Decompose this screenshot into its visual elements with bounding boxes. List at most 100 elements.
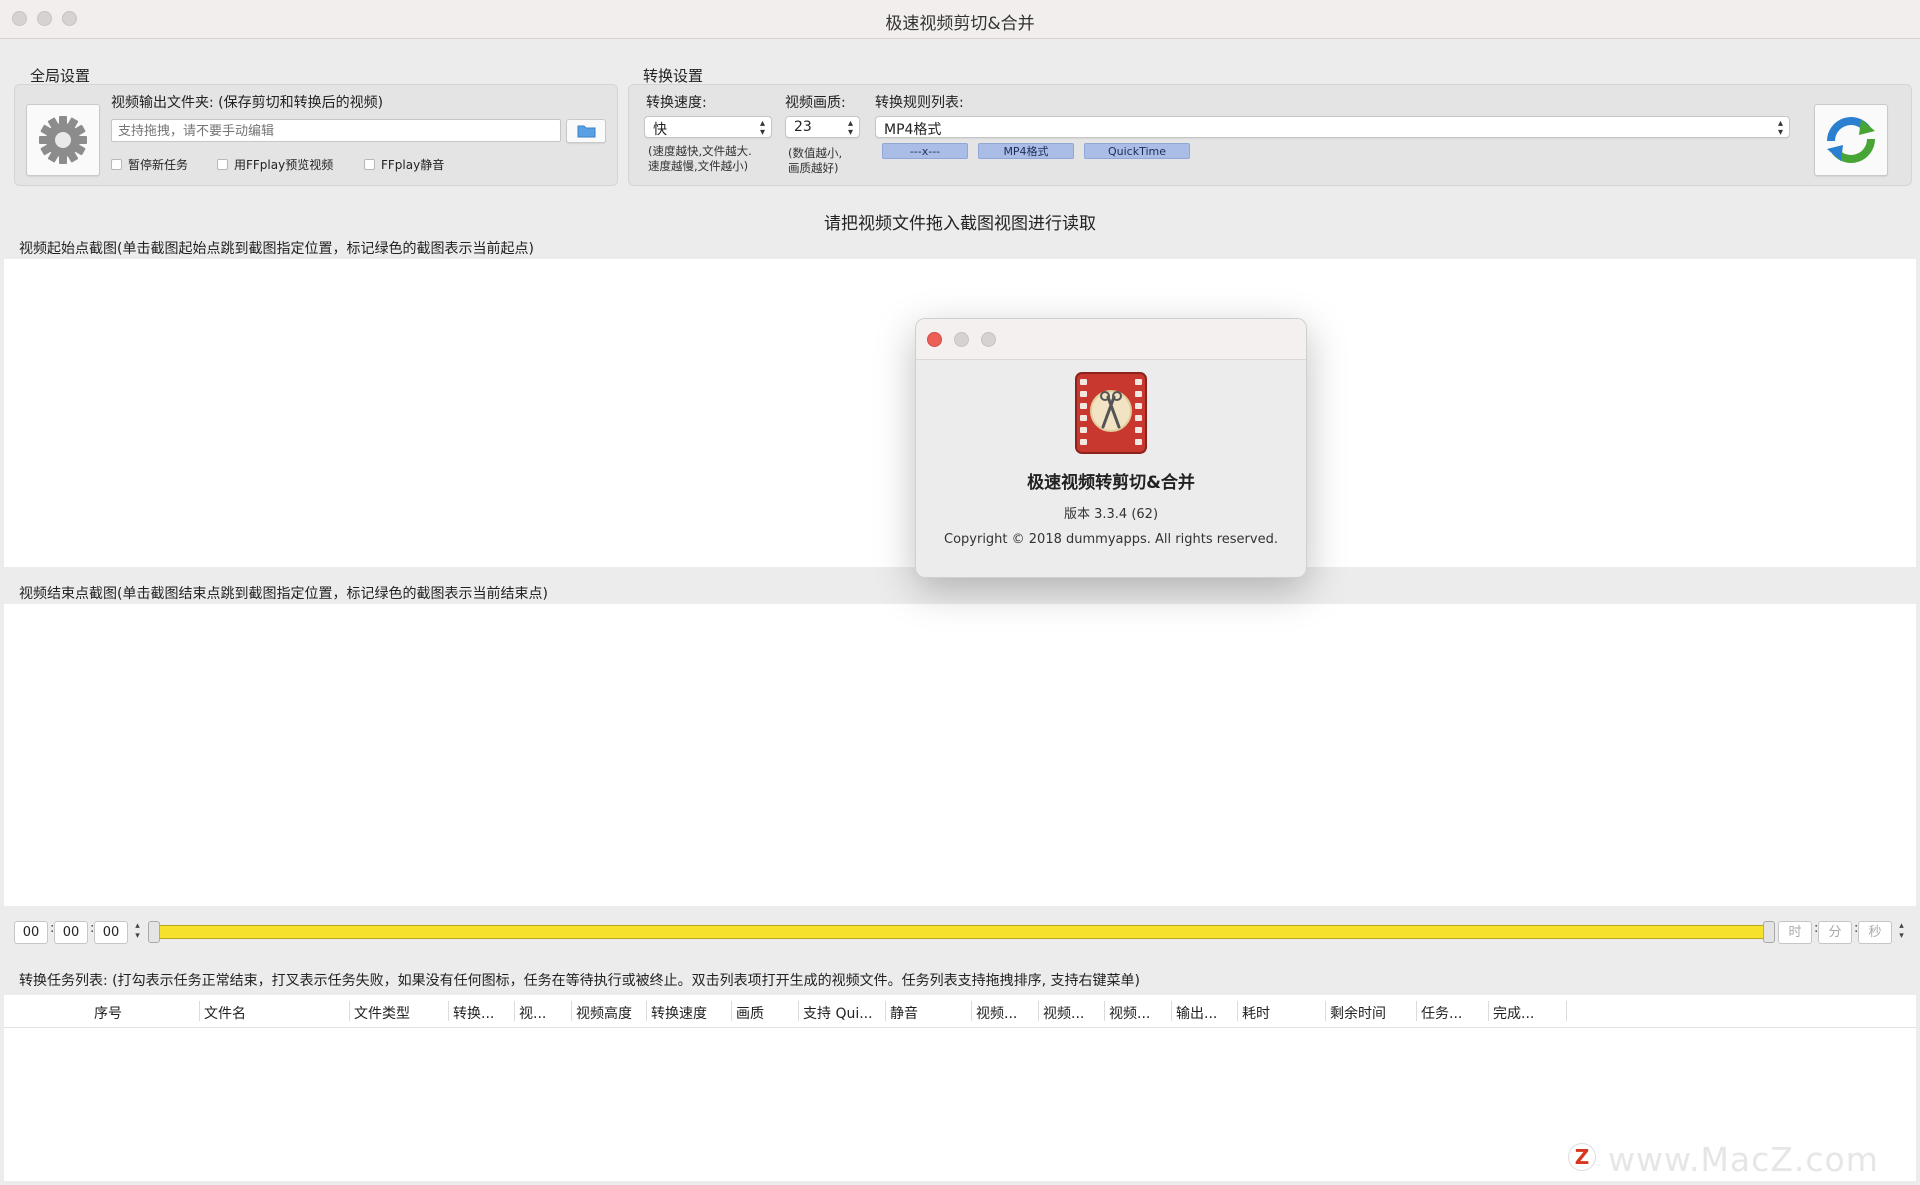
window-title: 极速视频剪切&合并 xyxy=(885,14,1035,34)
quality-label: 视频画质: xyxy=(785,95,846,111)
task-table-header: 序号 文件名 文件类型 转换... 视... 视频高度 转换速度 画质 支持 Q… xyxy=(4,995,1916,1028)
speed-label: 转换速度: xyxy=(646,95,707,111)
column-separator[interactable] xyxy=(1488,1001,1489,1021)
slider-start-handle[interactable] xyxy=(148,921,160,943)
folder-icon xyxy=(577,125,596,138)
rules-label: 转换规则列表: xyxy=(875,95,964,111)
about-dialog: 极速视频转剪切&合并 版本 3.3.4 (62) Copyright © 201… xyxy=(915,318,1307,578)
end-thumbnails-label: 视频结束点截图(单击截图结束点跳到截图指定位置，标记绿色的截图表示当前结束点) xyxy=(19,586,548,602)
rules-select[interactable]: MP4格式 ▴ ▾ xyxy=(875,116,1790,138)
end-second-field[interactable]: 秒 xyxy=(1858,921,1892,944)
column-separator[interactable] xyxy=(571,1001,572,1021)
col-convert[interactable]: 转换... xyxy=(453,1003,494,1023)
start-thumbnails-label: 视频起始点截图(单击截图起始点跳到截图指定位置，标记绿色的截图表示当前起点) xyxy=(19,241,534,257)
time-range-slider[interactable] xyxy=(150,925,1770,939)
start-hour-field[interactable]: 00 xyxy=(14,921,48,944)
column-separator[interactable] xyxy=(1566,1001,1567,1021)
slider-end-handle[interactable] xyxy=(1763,921,1775,943)
column-separator[interactable] xyxy=(885,1001,886,1021)
rule-chip-quicktime[interactable]: QuickTime xyxy=(1084,143,1190,159)
checkbox-label: 暂停新任务 xyxy=(128,158,189,172)
col-convert-speed[interactable]: 转换速度 xyxy=(651,1003,707,1023)
column-separator[interactable] xyxy=(1325,1001,1326,1021)
speed-select[interactable]: 快 ▴ ▾ xyxy=(644,116,772,138)
end-thumbnails-view[interactable] xyxy=(4,604,1916,906)
about-version: 版本 3.3.4 (62) xyxy=(1063,507,1159,522)
column-separator[interactable] xyxy=(1104,1001,1105,1021)
col-quality[interactable]: 画质 xyxy=(736,1003,764,1023)
column-separator[interactable] xyxy=(1171,1001,1172,1021)
select-arrows-icon: ▴ ▾ xyxy=(1777,118,1783,138)
col-video-height[interactable]: 视频高度 xyxy=(576,1003,632,1023)
start-time-stepper[interactable]: ▴ ▾ xyxy=(131,921,144,944)
ffplay-preview-checkbox[interactable]: 用FFplay预览视频 xyxy=(217,156,333,173)
choose-folder-button[interactable] xyxy=(566,119,606,143)
global-settings-title: 全局设置 xyxy=(30,67,91,85)
col-index[interactable]: 序号 xyxy=(94,1003,122,1023)
drop-hint-text: 请把视频文件拖入截图视图进行读取 xyxy=(824,214,1096,234)
col-output[interactable]: 输出... xyxy=(1176,1003,1217,1023)
col-mute[interactable]: 静音 xyxy=(890,1003,918,1023)
column-separator[interactable] xyxy=(798,1001,799,1021)
speed-hint-2: 速度越慢,文件越小) xyxy=(648,159,749,173)
dialog-close-button[interactable] xyxy=(927,332,942,347)
task-list-label: 转换任务列表: (打勾表示任务正常结束，打叉表示任务失败，如果没有任何图标，任务… xyxy=(19,973,1140,989)
col-quicktime[interactable]: 支持 Qui... xyxy=(803,1003,873,1023)
checkbox-box[interactable] xyxy=(111,159,122,170)
refresh-icon xyxy=(1827,117,1875,163)
quality-hint-2: 画质越好) xyxy=(788,161,839,175)
gear-icon xyxy=(39,116,87,164)
col-elapsed[interactable]: 耗时 xyxy=(1242,1003,1270,1023)
column-separator[interactable] xyxy=(349,1001,350,1021)
column-separator[interactable] xyxy=(1237,1001,1238,1021)
column-separator[interactable] xyxy=(1416,1001,1417,1021)
output-folder-input[interactable] xyxy=(111,119,561,142)
dialog-zoom-button[interactable] xyxy=(981,332,996,347)
rule-chip-mp4[interactable]: MP4格式 xyxy=(978,143,1074,159)
output-folder-label: 视频输出文件夹: (保存剪切和转换后的视频) xyxy=(111,95,384,111)
watermark-logo: Z xyxy=(1568,1143,1596,1171)
column-separator[interactable] xyxy=(1038,1001,1039,1021)
column-separator[interactable] xyxy=(514,1001,515,1021)
end-hour-field[interactable]: 时 xyxy=(1778,921,1812,944)
convert-start-button[interactable] xyxy=(1814,104,1888,176)
col-video-1[interactable]: 视... xyxy=(519,1003,546,1023)
select-arrows-icon: ▴ ▾ xyxy=(847,118,853,138)
column-separator[interactable] xyxy=(731,1001,732,1021)
column-separator[interactable] xyxy=(971,1001,972,1021)
col-filename[interactable]: 文件名 xyxy=(204,1003,246,1023)
col-video-3[interactable]: 视频... xyxy=(1043,1003,1084,1023)
end-minute-field[interactable]: 分 xyxy=(1818,921,1852,944)
rules-value: MP4格式 xyxy=(884,122,942,138)
checkbox-box[interactable] xyxy=(364,159,375,170)
pause-new-tasks-checkbox[interactable]: 暂停新任务 xyxy=(111,156,188,173)
column-separator[interactable] xyxy=(199,1001,200,1021)
speed-hint-1: (速度越快,文件越大. xyxy=(648,144,752,158)
checkbox-label: 用FFplay预览视频 xyxy=(234,158,334,172)
watermark-text: www.MacZ.com xyxy=(1608,1140,1879,1179)
checkbox-label: FFplay静音 xyxy=(381,158,445,172)
col-complete[interactable]: 完成... xyxy=(1493,1003,1534,1023)
col-filetype[interactable]: 文件类型 xyxy=(354,1003,410,1023)
rule-chip-separator[interactable]: ---x--- xyxy=(882,143,968,159)
col-video-4[interactable]: 视频... xyxy=(1109,1003,1150,1023)
convert-settings-title: 转换设置 xyxy=(643,67,704,85)
col-video-2[interactable]: 视频... xyxy=(976,1003,1017,1023)
start-second-field[interactable]: 00 xyxy=(94,921,128,944)
quality-select[interactable]: 23 ▴ ▾ xyxy=(785,116,860,138)
ffplay-mute-checkbox[interactable]: FFplay静音 xyxy=(364,156,444,173)
col-task[interactable]: 任务... xyxy=(1421,1003,1462,1023)
col-remaining[interactable]: 剩余时间 xyxy=(1330,1003,1386,1023)
checkbox-box[interactable] xyxy=(217,159,228,170)
about-app-name: 极速视频转剪切&合并 xyxy=(1027,473,1195,493)
start-minute-field[interactable]: 00 xyxy=(54,921,88,944)
about-dialog-titlebar xyxy=(916,319,1306,360)
column-separator[interactable] xyxy=(448,1001,449,1021)
dialog-minimize-button[interactable] xyxy=(954,332,969,347)
about-copyright: Copyright © 2018 dummyapps. All rights r… xyxy=(944,532,1278,547)
column-separator[interactable] xyxy=(646,1001,647,1021)
quality-value: 23 xyxy=(794,119,812,135)
end-time-stepper[interactable]: ▴ ▾ xyxy=(1895,921,1908,944)
settings-button[interactable] xyxy=(26,104,100,176)
window-titlebar: 极速视频剪切&合并 xyxy=(0,0,1920,39)
